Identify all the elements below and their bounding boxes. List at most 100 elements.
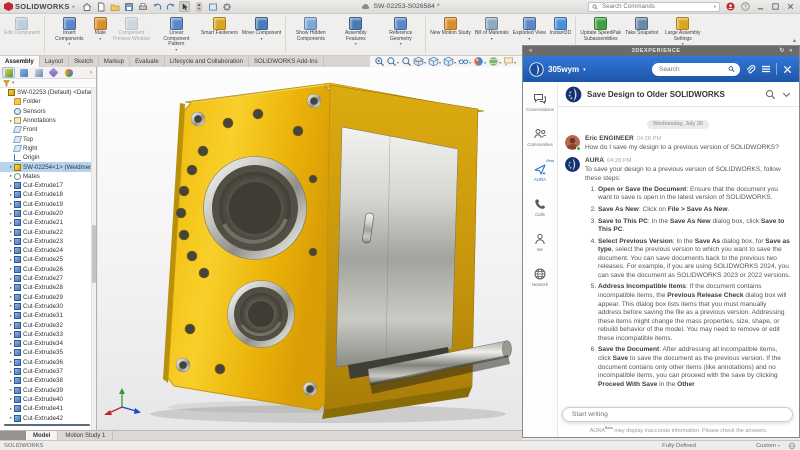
graphics-viewport[interactable] [98,67,522,430]
tree-item-cut-extrude26[interactable]: ▸Cut-Extrude26 [0,265,96,274]
rail-item-me[interactable]: Me [523,232,557,267]
close-icon[interactable] [785,1,796,12]
search-dropdown-caret-icon[interactable]: ▾ [714,4,716,10]
filter-caret-icon[interactable]: ▾ [12,80,14,86]
tree-item-cut-extrude32[interactable]: ▸Cut-Extrude32 [0,320,96,329]
tab-solidworks-add-ins[interactable]: SOLIDWORKS Add-Ins [249,56,324,67]
rail-item-aura[interactable]: BetaAURA [523,162,557,197]
tab-markup[interactable]: Markup [99,56,130,67]
tree-item-cut-extrude33[interactable]: ▸Cut-Extrude33 [0,330,96,339]
tree-item-cut-extrude30[interactable]: ▸Cut-Extrude30 [0,302,96,311]
rail-item-network[interactable]: Network [523,267,557,302]
scene-globe-button[interactable]: ▾ [488,56,502,67]
magnifier-page-button[interactable] [401,56,412,67]
tab-motion-study-1[interactable]: Motion Study 1 [58,431,113,440]
panel-tab-property-manager[interactable] [17,67,30,78]
help-icon[interactable]: ? [740,1,751,12]
tree-item-cut-extrude40[interactable]: ▸Cut-Extrude40 [0,395,96,404]
tree-item-cut-extrude22[interactable]: ▸Cut-Extrude22 [0,227,96,236]
tree-item-front[interactable]: Front [0,125,96,134]
view-orientation-cube-button[interactable]: ▾ [443,56,457,67]
tree-item-cut-extrude38[interactable]: ▸Cut-Extrude38 [0,376,96,385]
tree-item-cut-extrude35[interactable]: ▸Cut-Extrude35 [0,348,96,357]
attach-button[interactable] [744,63,756,75]
panel-search[interactable] [652,63,740,76]
panel-tab-display-manager[interactable] [62,67,75,78]
tree-item-cut-extrude23[interactable]: ▸Cut-Extrude23 [0,237,96,246]
select-cursor-icon[interactable] [179,1,190,12]
avatar[interactable] [565,135,580,150]
conversation-collapse-button[interactable] [781,89,792,100]
ribbon-button-mate[interactable]: Mate▾ [92,15,109,55]
ribbon-button-new-motion-study[interactable]: New Motion Study [428,15,473,55]
tab-sketch[interactable]: Sketch [69,56,99,67]
rail-item-conversations[interactable]: Conversations [523,92,557,127]
aura-avatar[interactable] [565,157,580,172]
feature-tree-scrollbar[interactable] [91,88,96,430]
tree-item-cut-extrude37[interactable]: ▸Cut-Extrude37 [0,367,96,376]
redo-icon[interactable] [165,1,176,12]
undo-icon[interactable] [151,1,162,12]
3d-model[interactable] [128,67,522,427]
home-icon[interactable] [81,1,92,12]
panel-tab-configuration-manager[interactable] [32,67,45,78]
user-menu-caret-icon[interactable]: ▾ [583,67,586,73]
tree-item-sw-02253-default-default-dis[interactable]: SW-02253 (Default) <Default_Displ [0,88,96,97]
tree-item-origin[interactable]: Origin [0,153,96,162]
command-search-input[interactable] [600,2,712,11]
rail-item-calls[interactable]: Calls [523,197,557,232]
tree-item-folder[interactable]: Folder [0,97,96,106]
tree-item-cut-extrude39[interactable]: ▸Cut-Extrude39 [0,386,96,395]
scrollbar-thumb[interactable] [92,225,96,283]
open-folder-icon[interactable] [109,1,120,12]
panel-tab-feature-manager-design-tree[interactable] [2,67,15,78]
tree-item-cut-extrude41[interactable]: ▸Cut-Extrude41 [0,404,96,413]
tree-item-sensors[interactable]: Sensors [0,107,96,116]
tab-layout[interactable]: Layout [40,56,69,67]
tree-item-cut-extrude29[interactable]: ▸Cut-Extrude29 [0,293,96,302]
message-input-bar[interactable] [562,407,793,422]
panel-dock-left-icon[interactable]: « [529,48,533,54]
magnifier-area-button[interactable]: ▾ [386,56,400,67]
message-list[interactable]: Wednesday, July 30 Eric ENGIN [558,107,799,401]
ribbon-collapse-icon[interactable]: ▴ [793,38,796,44]
tab-assembly[interactable]: Assembly [0,56,40,67]
ribbon-button-linear-component-pattern[interactable]: Linear Component Pattern▾ [154,15,199,55]
tree-item-cut-extrude28[interactable]: ▸Cut-Extrude28 [0,283,96,292]
new-document-icon[interactable] [95,1,106,12]
panel-dock-right-icon[interactable]: » [789,48,793,54]
ribbon-button-assembly-features[interactable]: Assembly Features▾ [333,15,378,55]
tree-item-cut-extrude21[interactable]: ▸Cut-Extrude21 [0,218,96,227]
message-input[interactable] [570,410,785,419]
appearance-sphere-button[interactable]: ▾ [473,56,487,67]
tab-scroll-grip[interactable] [0,431,26,440]
rollback-bar[interactable] [4,424,90,426]
ribbon-button-reference-geometry[interactable]: Reference Geometry▾ [378,15,423,55]
maximize-icon[interactable] [770,1,781,12]
rail-item-communities[interactable]: Communities [523,127,557,162]
comment-bubble-button[interactable]: ▾ [503,56,517,67]
tab-evaluate[interactable]: Evaluate [130,56,165,67]
tree-item-annotations[interactable]: ▸Annotations [0,116,96,125]
tree-item-cut-extrude20[interactable]: ▸Cut-Extrude20 [0,209,96,218]
app-menu-caret-icon[interactable]: ▸ [73,4,76,10]
display-settings-icon[interactable] [207,1,218,12]
minimize-icon[interactable] [755,1,766,12]
panel-refresh-icon[interactable]: ↻ [779,48,785,54]
options-icon[interactable] [221,1,232,12]
panel-close-button[interactable] [781,63,793,75]
print-icon[interactable] [137,1,148,12]
visibility-glasses-button[interactable]: ▾ [458,56,472,67]
user-menu[interactable]: 305wym [548,65,579,74]
tab-lifecycle-and-collaboration[interactable]: Lifecycle and Collaboration [165,56,249,67]
conversation-search-button[interactable] [765,89,776,100]
tree-item-cut-extrude36[interactable]: ▸Cut-Extrude36 [0,358,96,367]
tree-item-cut-extrude42[interactable]: ▸Cut-Extrude42 [0,413,96,422]
units-globe-icon[interactable] [788,442,796,450]
panel-search-input[interactable] [657,65,725,74]
tree-item-sw-02254-1-weldment-w[interactable]: ▸SW-02254<1> (Weldment) <W [0,162,96,171]
ribbon-button-insert-components[interactable]: Insert Components▾ [47,15,92,55]
tree-item-cut-extrude19[interactable]: ▸Cut-Extrude19 [0,200,96,209]
ribbon-button-bill-of-materials[interactable]: Bill of Materials▾ [473,15,511,55]
section-cube-button[interactable]: ▾ [413,56,427,67]
